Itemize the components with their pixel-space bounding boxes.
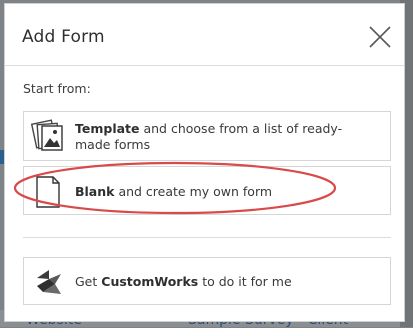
customworks-option-bold: CustomWorks: [101, 274, 199, 289]
template-option-text: Template and choose from a list of ready…: [75, 121, 375, 153]
start-from-label: Start from:: [23, 81, 91, 96]
blank-option-bold: Blank: [75, 184, 115, 199]
blank-option-rest: and create my own form: [114, 184, 273, 199]
blank-option-text: Blank and create my own form: [75, 184, 375, 200]
customworks-option-pre: Get: [75, 274, 102, 289]
template-option-button[interactable]: Template and choose from a list of ready…: [23, 111, 391, 161]
section-divider: [23, 237, 391, 238]
dialog-title: Add Form: [22, 27, 105, 47]
images-icon: [31, 119, 63, 151]
template-option-bold: Template: [75, 121, 140, 136]
customworks-option-rest: to do it for me: [198, 274, 292, 289]
dialog-header: Add Form: [5, 4, 404, 66]
add-form-dialog: Add Form Start from: Template and choose…: [4, 3, 405, 322]
blank-option-button[interactable]: Blank and create my own form: [23, 166, 391, 215]
customworks-logo-icon: [37, 270, 61, 294]
customworks-option-button[interactable]: Get CustomWorks to do it for me: [23, 257, 391, 305]
close-icon[interactable]: [367, 24, 393, 50]
customworks-option-text: Get CustomWorks to do it for me: [75, 274, 375, 290]
blank-page-icon: [36, 176, 60, 208]
